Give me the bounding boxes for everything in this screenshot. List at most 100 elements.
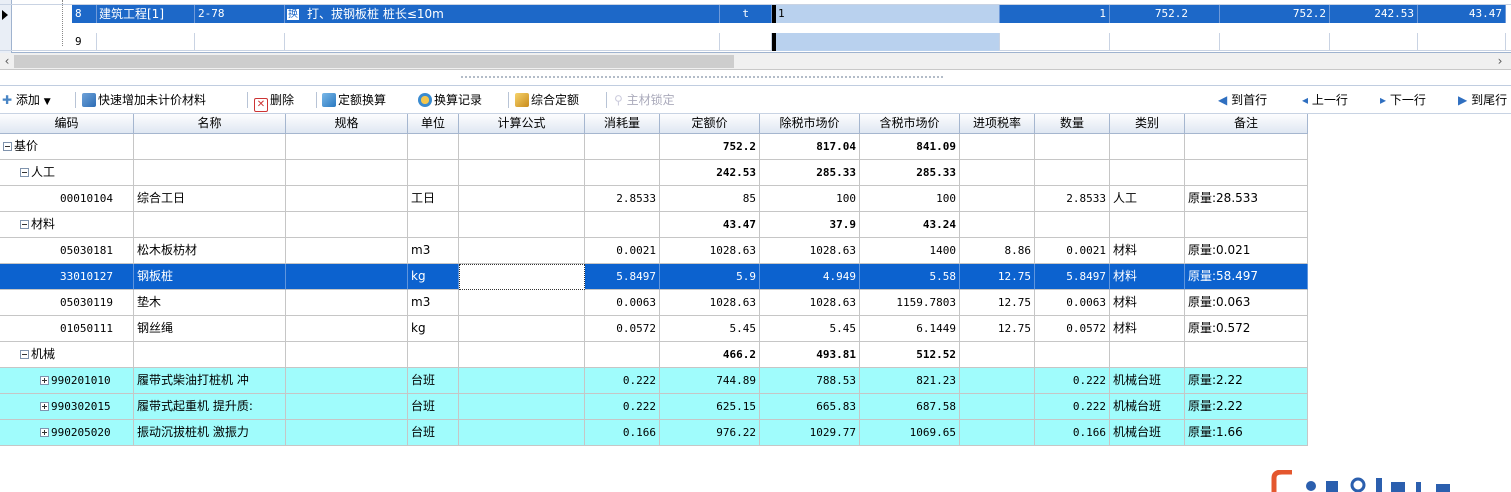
cell-quota[interactable]: 85	[660, 186, 760, 212]
resource-row[interactable]: 990302015 履带式起重机 提升质: 台班 0.222 625.15 665.83 6…	[0, 394, 1308, 420]
cell-inc-tax[interactable]: 841.09	[860, 134, 960, 160]
cell-qty[interactable]: 0.222	[1035, 368, 1110, 394]
cell-tax[interactable]: 12.75	[960, 316, 1035, 342]
cell-formula[interactable]	[459, 316, 585, 342]
convert-log-button[interactable]: 换算记录	[418, 86, 482, 114]
cell-category[interactable]: 人工	[1110, 186, 1185, 212]
column-header-ex-tax[interactable]: 除税市场价	[760, 114, 860, 134]
table-row-8[interactable]: 8 建筑工程[1] 2-78 换 打、拔钢板桩 桩长≤10m t 1 1 752…	[0, 5, 1511, 23]
lock-main-material-button[interactable]: ⚲ 主材锁定	[614, 86, 675, 114]
cell-name[interactable]: 钢板桩	[134, 264, 286, 290]
cell-spec[interactable]	[286, 342, 408, 368]
cell-unit[interactable]	[408, 342, 459, 368]
cell-category[interactable]: 机械台班	[1110, 420, 1185, 446]
cell-qty[interactable]: 0.166	[1035, 420, 1110, 446]
cell-consumption[interactable]: 5.8497	[585, 264, 660, 290]
cell-consumption[interactable]: 0.0021	[585, 238, 660, 264]
convert-flag-icon[interactable]: 换	[285, 5, 305, 23]
scroll-right-icon[interactable]: ›	[1493, 53, 1507, 70]
cell-formula[interactable]	[459, 342, 585, 368]
cell-inc-tax[interactable]: 821.23	[860, 368, 960, 394]
horizontal-scrollbar[interactable]: ‹ ›	[0, 53, 1511, 70]
resource-row[interactable]: 05030119 垫木 m3 0.0063 1028.63 1028.63 1159.780…	[0, 290, 1308, 316]
cell-code[interactable]: 990205020	[0, 420, 134, 446]
column-header-unit[interactable]: 单位	[408, 114, 459, 134]
cell-quota[interactable]: 976.22	[660, 420, 760, 446]
cell-tax[interactable]	[960, 186, 1035, 212]
cell-consumption[interactable]	[585, 342, 660, 368]
cell-qty[interactable]: 0.222	[1035, 394, 1110, 420]
resource-row[interactable]: 990205020 振动沉拔桩机 激振力 台班 0.166 976.22 1029.77 1…	[0, 420, 1308, 446]
cell-name[interactable]: 综合工日	[134, 186, 286, 212]
cell-quota[interactable]: 466.2	[660, 342, 760, 368]
cell-category[interactable]: 材料	[1110, 238, 1185, 264]
first-row-button[interactable]: ◀ 到首行	[1218, 86, 1267, 114]
cell-remark[interactable]: 原量:58.497	[1185, 264, 1308, 290]
prev-row-button[interactable]: ◂ 上一行	[1302, 86, 1348, 114]
cell-inc-tax[interactable]: 512.52	[860, 342, 960, 368]
group-row[interactable]: 基价 752.2 817.04 841.09	[0, 134, 1308, 160]
column-header-category[interactable]: 类别	[1110, 114, 1185, 134]
cell-inc-tax[interactable]: 5.58	[860, 264, 960, 290]
cell-tax[interactable]: 12.75	[960, 290, 1035, 316]
cell-inc-tax[interactable]: 285.33	[860, 160, 960, 186]
cell-category[interactable]: 机械台班	[1110, 368, 1185, 394]
cell-consumption[interactable]: 2.8533	[585, 186, 660, 212]
cell-ex-tax[interactable]: 37.9	[760, 212, 860, 238]
cell-spec[interactable]	[286, 134, 408, 160]
expand-icon[interactable]	[40, 402, 49, 411]
cell-formula[interactable]	[459, 160, 585, 186]
cell-tax[interactable]: 12.75	[960, 264, 1035, 290]
cell-tax[interactable]	[960, 134, 1035, 160]
cell-ex-tax[interactable]: 1028.63	[760, 290, 860, 316]
cell-code[interactable]: 990302015	[0, 394, 134, 420]
cell-code[interactable]: 01050111	[0, 316, 134, 342]
cell-tax[interactable]	[960, 212, 1035, 238]
cell-spec[interactable]	[286, 160, 408, 186]
cell-name[interactable]: 松木板枋材	[134, 238, 286, 264]
quick-add-material-button[interactable]: 快速增加未计价材料	[82, 86, 206, 114]
cell-code[interactable]: 材料	[0, 212, 134, 238]
collapse-icon[interactable]	[3, 142, 12, 151]
cell-tax[interactable]	[960, 368, 1035, 394]
cell-name[interactable]	[134, 134, 286, 160]
cell-remark[interactable]: 原量:0.063	[1185, 290, 1308, 316]
cell-remark[interactable]: 原量:1.66	[1185, 420, 1308, 446]
cell-unit[interactable]: m3	[408, 238, 459, 264]
cell-unit[interactable]	[408, 160, 459, 186]
cell-ex-tax[interactable]: 788.53	[760, 368, 860, 394]
cell-qty[interactable]	[1035, 342, 1110, 368]
cell-consumption[interactable]: 0.222	[585, 394, 660, 420]
cell-consumption[interactable]: 0.222	[585, 368, 660, 394]
cell-code[interactable]: 人工	[0, 160, 134, 186]
cell-name[interactable]: 振动沉拔桩机 激振力	[134, 420, 286, 446]
cell-remark[interactable]: 原量:28.533	[1185, 186, 1308, 212]
cell-unit[interactable]: kg	[408, 316, 459, 342]
cell-ex-tax[interactable]: 1028.63	[760, 238, 860, 264]
item-code[interactable]: 2-78	[195, 5, 285, 23]
group-row[interactable]: 材料 43.47 37.9 43.24	[0, 212, 1308, 238]
cell-spec[interactable]	[286, 186, 408, 212]
cell-formula[interactable]	[459, 264, 585, 290]
cell-category[interactable]: 材料	[1110, 316, 1185, 342]
cell-quota[interactable]: 625.15	[660, 394, 760, 420]
cell-spec[interactable]	[286, 316, 408, 342]
cell-unit[interactable]: 工日	[408, 186, 459, 212]
cell-name[interactable]	[134, 212, 286, 238]
cell-remark[interactable]	[1185, 342, 1308, 368]
cell-ex-tax[interactable]: 100	[760, 186, 860, 212]
cell-code[interactable]: 机械	[0, 342, 134, 368]
item-name[interactable]: 打、拔钢板桩 桩长≤10m	[305, 5, 720, 23]
column-header-qty[interactable]: 数量	[1035, 114, 1110, 134]
cell-formula[interactable]	[459, 134, 585, 160]
cell-quota[interactable]: 43.47	[660, 212, 760, 238]
cell-spec[interactable]	[286, 394, 408, 420]
cell-spec[interactable]	[286, 290, 408, 316]
cell-ex-tax[interactable]: 4.949	[760, 264, 860, 290]
table-row-9[interactable]: 9	[0, 33, 1511, 51]
quota-convert-button[interactable]: 定额换算	[322, 86, 386, 114]
cell-unit[interactable]: 台班	[408, 420, 459, 446]
quantity-expression[interactable]: 1	[776, 5, 1000, 23]
cell-quota[interactable]: 5.9	[660, 264, 760, 290]
cell-category[interactable]	[1110, 342, 1185, 368]
